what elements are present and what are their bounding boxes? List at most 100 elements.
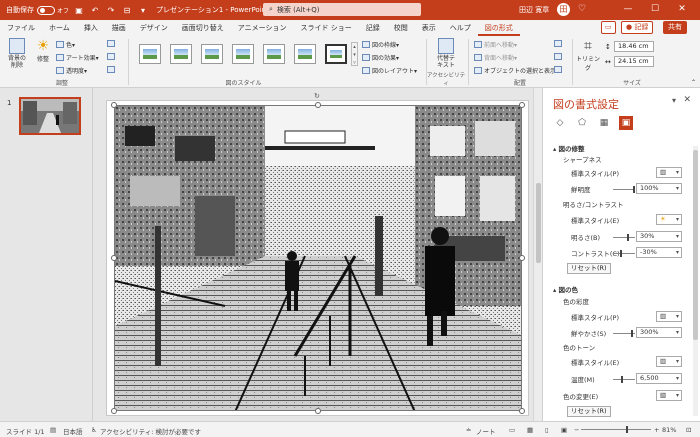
sharpness-preset-dropdown[interactable]: ▥ (656, 167, 682, 178)
autosave-toggle[interactable] (37, 5, 55, 15)
tab-review[interactable]: 校閲 (387, 20, 415, 36)
tab-draw[interactable]: 描画 (105, 20, 133, 36)
resize-handle-top-right[interactable] (519, 102, 525, 108)
picture-style-6[interactable] (294, 44, 316, 64)
save-icon[interactable]: ▣ (73, 4, 85, 16)
contrast-value[interactable]: -30% (636, 247, 682, 258)
rotate-button[interactable] (554, 66, 564, 73)
close-icon[interactable]: ✕ (683, 95, 691, 105)
gallery-scroll[interactable]: ▴ ▾ ▿ (351, 42, 358, 66)
picture-style-4[interactable] (232, 44, 254, 64)
selected-picture[interactable] (114, 105, 522, 411)
align-button[interactable] (554, 40, 564, 47)
correction-section-header[interactable]: ▴ 図の修整 (553, 143, 585, 153)
recolor-dropdown[interactable]: ▧ (656, 390, 682, 401)
saturation-preset-dropdown[interactable]: ▥ (656, 311, 682, 322)
user-name[interactable]: 田辺 寛章 (519, 5, 549, 15)
color-section-header[interactable]: ▴ 図の色 (553, 284, 578, 294)
saturation-slider[interactable] (613, 330, 635, 337)
tab-transitions[interactable]: 画面切り替え (175, 20, 231, 36)
normal-view-icon[interactable]: ▭ (509, 426, 515, 434)
notes-button[interactable]: ノート (476, 426, 496, 436)
record-button[interactable]: ● 記録 (621, 21, 654, 34)
artistic-effects-button[interactable]: アート効果▾ (56, 53, 99, 62)
pane-scrollbar[interactable] (693, 146, 698, 416)
contrast-slider[interactable] (613, 250, 635, 257)
alt-text-button[interactable]: 代替テ キスト (432, 38, 460, 69)
maximize-button[interactable]: ☐ (645, 2, 665, 17)
spellcheck-icon[interactable]: ▤ (50, 426, 56, 434)
picture-style-2[interactable] (170, 44, 192, 64)
slide-sorter-icon[interactable]: ▦ (527, 426, 533, 434)
picture-style-5[interactable] (263, 44, 285, 64)
picture-border-button[interactable]: 図の枠線▾ (362, 40, 399, 49)
tab-help[interactable]: ヘルプ (443, 20, 478, 36)
picture-style-3[interactable] (201, 44, 223, 64)
zoom-in-icon[interactable]: + (654, 426, 659, 434)
zoom-out-icon[interactable]: − (574, 426, 579, 434)
reset-picture-button[interactable] (107, 66, 117, 73)
tab-view[interactable]: 表示 (415, 20, 443, 36)
transparency-button[interactable]: 透明度▾ (56, 66, 87, 75)
resize-handle-top-left[interactable] (111, 102, 117, 108)
picture-style-1[interactable] (139, 44, 161, 64)
slideshow-icon[interactable]: ▣ (561, 426, 567, 434)
reset-color-button[interactable]: リセット(R) (567, 406, 611, 417)
bring-forward-button[interactable]: 前面へ移動▾ (474, 40, 517, 49)
present-icon[interactable]: ⊟ (121, 4, 133, 16)
accessibility-status[interactable]: アクセシビリティ: 検討が必要です (100, 426, 201, 436)
lightbulb-icon[interactable]: ♡ (578, 4, 586, 14)
group-button[interactable] (554, 53, 564, 60)
temperature-value[interactable]: 6,500 (636, 373, 682, 384)
reset-correction-button[interactable]: リセット(R) (567, 263, 611, 274)
rotate-handle-icon[interactable]: ↻ (314, 92, 320, 100)
collapse-ribbon-icon[interactable]: ⌃ (691, 79, 696, 86)
change-picture-button[interactable] (107, 53, 117, 60)
tab-picture-format[interactable]: 図の形式 (477, 20, 520, 36)
canvas-scrollbar[interactable] (533, 88, 542, 421)
send-backward-button[interactable]: 背面へ移動▾ (474, 53, 517, 62)
reading-view-icon[interactable]: ▯ (545, 426, 549, 434)
compress-button[interactable] (107, 40, 117, 47)
picture-effects-button[interactable]: 図の効果▾ (362, 53, 399, 62)
tab-slideshow[interactable]: スライド ショー (294, 20, 359, 36)
fill-line-icon[interactable]: ◇ (553, 116, 567, 130)
effects-icon[interactable]: ⬠ (575, 116, 589, 130)
resize-handle-bottom-right[interactable] (519, 408, 525, 414)
corrections-button[interactable]: ☀ 修整 (32, 38, 54, 63)
language-indicator[interactable]: 日本語 (63, 426, 83, 436)
picture-layout-button[interactable]: 図のレイアウト▾ (362, 66, 417, 75)
brightness-value[interactable]: 30% (636, 231, 682, 242)
tone-preset-dropdown[interactable]: ▥ (656, 356, 682, 367)
resize-handle-bottom[interactable] (315, 408, 321, 414)
resize-handle-bottom-left[interactable] (111, 408, 117, 414)
resize-handle-right[interactable] (519, 255, 525, 261)
width-field[interactable]: 24.15 cm (614, 56, 654, 67)
saturation-value[interactable]: 300% (636, 327, 682, 338)
undo-icon[interactable]: ↶ (89, 4, 101, 16)
tab-insert[interactable]: 挿入 (77, 20, 105, 36)
picture-style-7[interactable] (325, 44, 347, 64)
temperature-slider[interactable] (613, 376, 635, 383)
share-button[interactable]: 共有 (663, 21, 687, 34)
brightness-slider[interactable] (613, 234, 635, 241)
slide-thumbnail[interactable] (19, 97, 81, 135)
selection-pane-button[interactable]: オブジェクトの選択と表示 (474, 66, 556, 75)
redo-icon[interactable]: ↷ (105, 4, 117, 16)
sharpness-slider[interactable] (613, 186, 635, 193)
zoom-level[interactable]: 81% (662, 426, 676, 434)
quick-access-dropdown-icon[interactable]: ▾ (137, 4, 149, 16)
color-button[interactable]: 色▾ (56, 40, 75, 49)
brightness-preset-dropdown[interactable]: ☀ (656, 214, 682, 225)
tab-animations[interactable]: アニメーション (231, 20, 294, 36)
remove-background-button[interactable]: 背景の 削除 (4, 38, 30, 69)
slide[interactable]: ↻ (106, 92, 529, 416)
height-field[interactable]: 18.46 cm (614, 41, 654, 52)
avatar[interactable]: 田 (557, 3, 570, 16)
minimize-button[interactable]: — (618, 2, 638, 17)
crop-button[interactable]: ⌗ トリミング (576, 38, 600, 72)
size-properties-icon[interactable]: ▦ (597, 116, 611, 130)
picture-icon[interactable]: ▣ (619, 116, 633, 130)
tab-design[interactable]: デザイン (133, 20, 175, 36)
close-button[interactable]: ✕ (672, 2, 692, 17)
